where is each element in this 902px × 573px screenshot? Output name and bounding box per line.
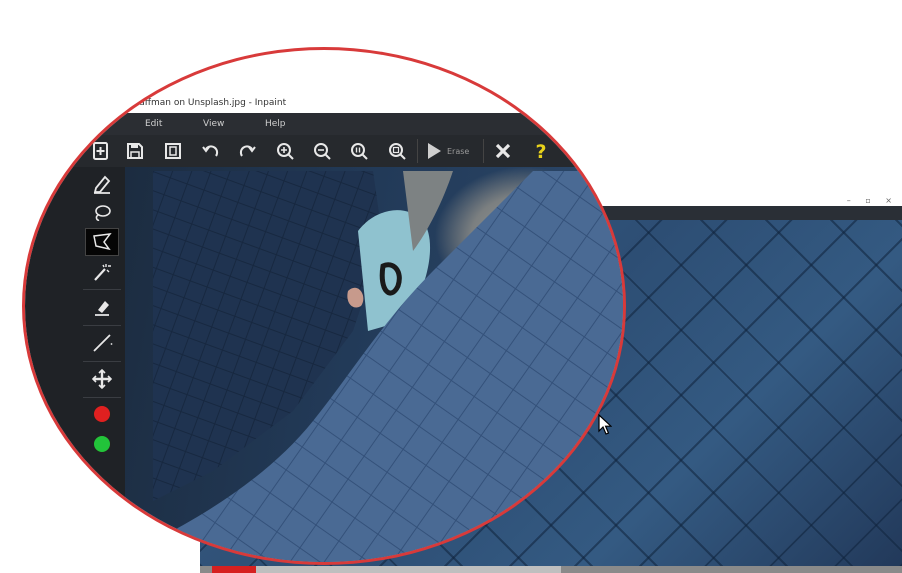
line-icon: [93, 334, 113, 352]
menu-help[interactable]: Help: [265, 119, 286, 129]
sidebar-divider: [83, 397, 121, 398]
save-icon: [127, 143, 143, 159]
marker-icon: [93, 175, 111, 194]
eraser-tool-button[interactable]: [85, 293, 119, 321]
lasso-tool-button[interactable]: [85, 199, 119, 227]
save-button[interactable]: [123, 139, 147, 163]
zoom-fit-button[interactable]: [385, 139, 409, 163]
menu-view[interactable]: View: [203, 119, 224, 129]
status-bar: [200, 566, 902, 573]
svg-text:?: ?: [535, 141, 546, 161]
save-as-button[interactable]: [161, 139, 185, 163]
zoom-fit-icon: [389, 143, 406, 160]
help-button[interactable]: ?: [529, 139, 553, 163]
sidebar-divider: [83, 289, 121, 290]
erase-icon: [428, 143, 441, 159]
zoom-actual-button[interactable]: [347, 139, 371, 163]
sidebar-divider: [83, 361, 121, 362]
eraser-icon: [95, 301, 109, 316]
lasso-icon: [95, 205, 111, 221]
image-content: [153, 171, 623, 562]
zoom-in-button[interactable]: [273, 139, 297, 163]
undo-button[interactable]: [199, 139, 223, 163]
status-progress-fill: [212, 566, 256, 573]
window-title: Caffman on Unsplash.jpg - Inpaint: [133, 98, 287, 108]
menu-edit[interactable]: Edit: [145, 119, 162, 129]
sidebar-divider: [83, 325, 121, 326]
redo-button[interactable]: [235, 139, 259, 163]
window-controls[interactable]: – ▫ ×: [847, 196, 898, 205]
save-as-icon: [165, 143, 181, 159]
red-swatch-icon: [93, 405, 111, 423]
green-swatch-icon: [93, 435, 111, 453]
erase-button[interactable]: Erase: [423, 139, 469, 163]
redo-icon: [239, 145, 256, 157]
magnifier-lens: Caffman on Unsplash.jpg - Inpaint Edit V…: [22, 47, 626, 565]
mask-color-button[interactable]: [85, 400, 119, 428]
move-icon: [91, 368, 113, 390]
toolbar-divider: [483, 139, 484, 163]
toolbar-divider: [417, 139, 418, 163]
undo-icon: [202, 145, 219, 157]
magnified-app: Caffman on Unsplash.jpg - Inpaint Edit V…: [25, 50, 623, 562]
new-file-button[interactable]: [89, 139, 113, 163]
zoom-out-button[interactable]: [310, 139, 334, 163]
new-file-icon: [93, 142, 108, 160]
close-icon: [495, 143, 511, 159]
magic-wand-icon: [94, 264, 111, 281]
erase-label: Erase: [447, 146, 470, 156]
polygonal-lasso-icon: [93, 233, 112, 251]
move-tool-button[interactable]: [85, 365, 119, 393]
zoom-in-icon: [277, 143, 294, 160]
zoom-actual-icon: [351, 143, 368, 160]
marker-tool-button[interactable]: [85, 170, 119, 198]
help-icon: ?: [535, 141, 546, 161]
donor-color-button[interactable]: [85, 430, 119, 458]
menu-bar: [25, 113, 623, 135]
zoom-out-icon: [314, 143, 331, 160]
close-image-button[interactable]: [491, 139, 515, 163]
line-tool-button[interactable]: [85, 329, 119, 357]
status-progress-track: [256, 566, 561, 573]
polygonal-lasso-tool-button[interactable]: [85, 228, 119, 256]
magic-wand-tool-button[interactable]: [85, 258, 119, 286]
